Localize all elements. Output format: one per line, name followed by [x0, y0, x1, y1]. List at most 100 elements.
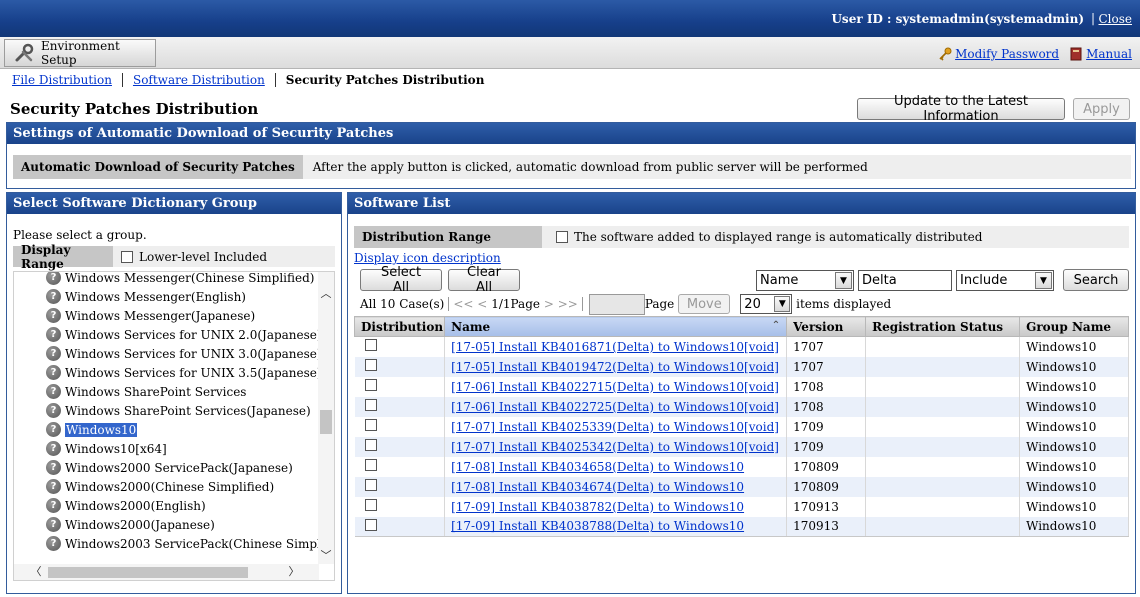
tree-item[interactable]: ? Windows2000(English)	[46, 496, 316, 515]
environment-setup-button[interactable]: Environment Setup	[4, 39, 156, 67]
software-link[interactable]: [17-05] Install KB4019472(Delta) to Wind…	[451, 360, 779, 374]
tree-item[interactable]: ? Windows2003 ServicePack(Chinese Simplif…	[46, 534, 334, 553]
row-checkbox[interactable]	[364, 339, 377, 352]
items-displayed-label: items displayed	[796, 297, 892, 311]
scroll-down-icon[interactable]: ﹀	[318, 548, 334, 564]
tab-file-distribution[interactable]: File Distribution	[12, 73, 112, 87]
tree-item-label: Windows2003 ServicePack(Chinese Simplifi…	[65, 536, 335, 551]
tree-item[interactable]: ? Windows Services for UNIX 3.5(Japanese)	[46, 363, 322, 382]
manual-link[interactable]: Manual	[1069, 47, 1132, 61]
registration-status-cell	[865, 516, 1021, 537]
tree-item[interactable]: ? Windows10	[46, 420, 316, 439]
tab-software-distribution[interactable]: Software Distribution	[133, 73, 265, 87]
apply-button[interactable]: Apply	[1073, 98, 1130, 120]
lower-level-checkbox[interactable]	[121, 250, 133, 263]
scroll-right-icon[interactable]: 〉	[286, 564, 302, 580]
search-button[interactable]: Search	[1063, 269, 1129, 291]
group-tree[interactable]: ? Windows Messenger(Chinese Simplified)? W…	[13, 271, 335, 581]
group-name-cell: Windows10	[1019, 516, 1129, 537]
row-checkbox[interactable]	[364, 499, 377, 511]
tree-item[interactable]: ? Windows2000 ServicePack(Japanese)	[46, 458, 316, 477]
name-cell: [17-09] Install KB4038788(Delta) to Wind…	[444, 516, 788, 537]
distribution-range-label: Distribution Range	[354, 226, 542, 248]
tree-item-label: Windows2000(English)	[65, 498, 206, 513]
question-icon: ?	[46, 403, 61, 418]
tree-item[interactable]: ? Windows Services for UNIX 3.0(Japanese)	[46, 344, 322, 363]
software-link[interactable]: [17-06] Install KB4022715(Delta) to Wind…	[451, 380, 779, 394]
question-icon: ?	[46, 498, 61, 513]
tree-item-label: Windows2000 ServicePack(Japanese)	[65, 460, 293, 475]
software-link[interactable]: [17-06] Install KB4022725(Delta) to Wind…	[451, 400, 779, 414]
search-condition-select[interactable]: Include ▼	[956, 270, 1054, 291]
registration-status-cell	[865, 456, 1021, 477]
auto-distribute-checkbox[interactable]	[556, 231, 568, 243]
items-per-page-select[interactable]: 20 ▼	[740, 294, 793, 314]
software-link[interactable]: [17-09] Install KB4038782(Delta) to Wind…	[451, 500, 744, 514]
col-distribution[interactable]: Distribution	[353, 316, 446, 337]
tree-item[interactable]: ? Windows Messenger(Japanese)	[46, 306, 316, 325]
software-link[interactable]: [17-07] Install KB4025339(Delta) to Wind…	[451, 420, 779, 434]
tree-item[interactable]: ? Windows2000(Chinese Simplified)	[46, 477, 316, 496]
col-registration-status[interactable]: Registration Status	[865, 316, 1021, 337]
software-link[interactable]: [17-07] Install KB4025342(Delta) to Wind…	[451, 440, 779, 454]
book-icon	[1069, 47, 1083, 61]
clear-all-button[interactable]: Clear All	[448, 265, 520, 295]
modify-password-link[interactable]: Modify Password	[938, 47, 1059, 61]
tree-vertical-thumb[interactable]	[320, 410, 332, 434]
table-row: [17-09] Install KB4038788(Delta) to Wind…	[354, 516, 1129, 537]
row-checkbox[interactable]	[364, 459, 377, 471]
tree-vertical-scrollbar[interactable]: ︿ ﹀	[318, 272, 334, 564]
row-checkbox[interactable]	[364, 419, 377, 431]
row-checkbox[interactable]	[364, 379, 377, 391]
scroll-left-icon[interactable]: 〈	[28, 564, 44, 580]
search-input[interactable]: Delta	[858, 270, 952, 291]
col-version[interactable]: Version	[786, 316, 867, 337]
tree-item[interactable]: ? Windows2000(Japanese)	[46, 515, 316, 534]
row-checkbox[interactable]	[364, 479, 377, 491]
software-link[interactable]: [17-09] Install KB4038788(Delta) to Wind…	[451, 519, 744, 533]
first-page-link[interactable]: <<	[453, 297, 473, 311]
search-field-select[interactable]: Name ▼	[756, 270, 854, 291]
move-button[interactable]: Move	[678, 294, 731, 314]
next-page-link[interactable]: >	[544, 297, 554, 311]
tree-horizontal-scrollbar[interactable]: 〈 〉	[14, 564, 319, 580]
table-header-row: Distribution Name ⌃ Version Registration…	[353, 316, 1129, 337]
tree-item-label: Windows10[x64]	[65, 441, 167, 456]
distribution-cell	[354, 356, 446, 377]
row-checkbox[interactable]	[364, 359, 377, 371]
col-name[interactable]: Name ⌃	[444, 316, 788, 337]
scroll-up-icon[interactable]: ︿	[318, 286, 334, 302]
page-info: 1/1Page	[491, 297, 540, 311]
tree-item-label: Windows Services for UNIX 3.5(Japanese)	[65, 365, 322, 380]
page-number-input[interactable]	[588, 293, 645, 315]
display-range-row: Display Range Lower-level Included	[13, 243, 335, 271]
row-checkbox[interactable]	[364, 399, 377, 411]
software-link[interactable]: [17-08] Install KB4034658(Delta) to Wind…	[451, 460, 744, 474]
prev-page-link[interactable]: <	[477, 297, 487, 311]
tree-item[interactable]: ? Windows Messenger(Chinese Simplified)	[46, 272, 316, 287]
close-link[interactable]: Close	[1098, 12, 1132, 26]
lower-level-label: Lower-level Included	[139, 249, 268, 264]
col-group-name[interactable]: Group Name	[1019, 316, 1129, 337]
tree-item[interactable]: ? Windows10[x64]	[46, 439, 316, 458]
name-cell: [17-05] Install KB4016871(Delta) to Wind…	[444, 336, 788, 357]
update-latest-button[interactable]: Update to the Latest Information	[857, 94, 1065, 124]
tree-item[interactable]: ? Windows Services for UNIX 2.0(Japanese)	[46, 325, 322, 344]
registration-status-cell	[865, 436, 1021, 457]
tree-horizontal-thumb[interactable]	[48, 567, 248, 578]
tree-item[interactable]: ? Windows SharePoint Services	[46, 382, 316, 401]
row-checkbox[interactable]	[364, 518, 377, 531]
software-link[interactable]: [17-05] Install KB4016871(Delta) to Wind…	[451, 340, 779, 354]
icon-description-link[interactable]: Display icon description	[354, 251, 501, 265]
last-page-link[interactable]: >>	[558, 297, 578, 311]
lower-level-option: Lower-level Included	[121, 250, 267, 264]
tree-item[interactable]: ? Windows SharePoint Services(Japanese)	[46, 401, 316, 420]
row-checkbox[interactable]	[364, 439, 377, 451]
software-link[interactable]: [17-08] Install KB4034674(Delta) to Wind…	[451, 480, 744, 494]
auto-download-row: Automatic Download of Security Patches A…	[13, 155, 1131, 179]
version-cell: 170809	[786, 476, 867, 497]
name-cell: [17-08] Install KB4034658(Delta) to Wind…	[444, 456, 788, 477]
select-all-button[interactable]: Select All	[360, 265, 442, 295]
distribution-cell	[354, 336, 446, 357]
tree-item[interactable]: ? Windows Messenger(English)	[46, 287, 316, 306]
